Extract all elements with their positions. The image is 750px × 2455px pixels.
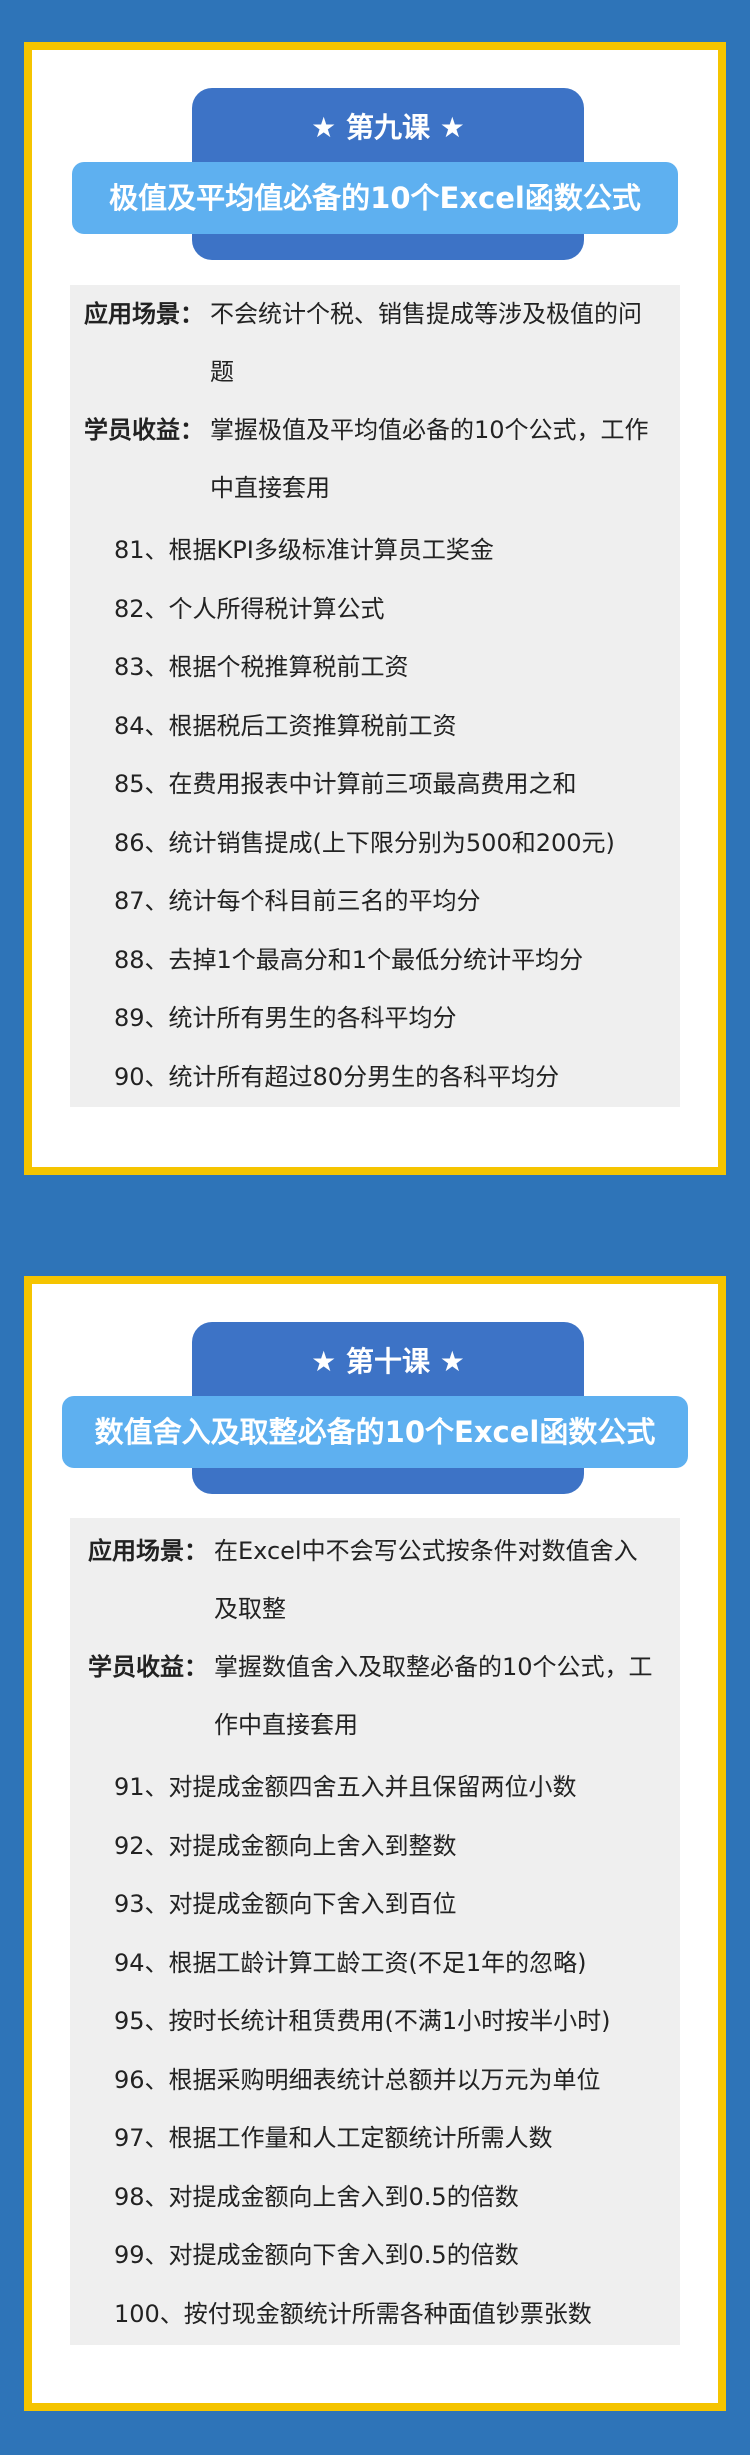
list-item: 83、根据个税推算税前工资: [114, 653, 409, 681]
gain-text: 掌握数值舍入及取整必备的10个公式，工作中直接套用: [214, 1653, 653, 1739]
list-item: 97、根据工作量和人工定额统计所需人数: [114, 2124, 553, 2152]
list-item: 89、统计所有男生的各科平均分: [114, 1004, 457, 1032]
list-item: 95、按时长统计租赁费用(不满1小时按半小时): [114, 2007, 611, 2035]
scenario-text: 不会统计个税、销售提成等涉及极值的问题: [210, 300, 642, 386]
scenario-label: 应用场景：: [88, 1537, 208, 1565]
formula-list: 91、对提成金额四舍五入并且保留两位小数 92、对提成金额向上舍入到整数 93、…: [114, 1758, 680, 2343]
lesson-label: ★ 第十课 ★: [311, 1345, 465, 1378]
list-item: 94、根据工龄计算工龄工资(不足1年的忽略): [114, 1948, 587, 1977]
list-item: 93、对提成金额向下舍入到百位: [114, 1890, 457, 1918]
gain-label: 学员收益：: [88, 1653, 208, 1681]
lesson-card-10: ★ 第十课 ★ 数值舍入及取整必备的10个Excel函数公式 应用场景： 在Ex…: [24, 1276, 726, 2411]
scenario-label: 应用场景：: [84, 300, 204, 328]
list-item: 86、统计销售提成(上下限分别为500和200元): [114, 828, 615, 857]
list-item: 96、根据采购明细表统计总额并以万元为单位: [114, 2065, 601, 2094]
lesson-content: 应用场景： 不会统计个税、销售提成等涉及极值的问题 学员收益： 掌握极值及平均值…: [70, 285, 680, 1107]
list-item: 90、统计所有超过80分男生的各科平均分: [114, 1062, 560, 1091]
lesson-label: ★ 第九课 ★: [311, 111, 465, 144]
list-item: 87、统计每个科目前三名的平均分: [114, 887, 481, 915]
lesson-header: ★ 第九课 ★ 极值及平均值必备的10个Excel函数公式: [32, 88, 718, 260]
list-item: 85、在费用报表中计算前三项最高费用之和: [114, 770, 577, 798]
list-item: 84、根据税后工资推算税前工资: [114, 711, 457, 740]
list-item: 99、对提成金额向下舍入到0.5的倍数: [114, 2241, 519, 2269]
list-item: 88、去掉1个最高分和1个最低分统计平均分: [114, 945, 584, 974]
list-item: 92、对提成金额向上舍入到整数: [114, 1831, 457, 1860]
scenario-text: 在Excel中不会写公式按条件对数值舍入及取整: [214, 1537, 638, 1623]
list-item: 91、对提成金额四舍五入并且保留两位小数: [114, 1773, 577, 1801]
course-title: 极值及平均值必备的10个Excel函数公式: [72, 162, 678, 234]
formula-list: 81、根据KPI多级标准计算员工奖金 82、个人所得税计算公式 83、根据个税推…: [114, 521, 680, 1106]
list-item: 82、个人所得税计算公式: [114, 594, 385, 623]
gain-text: 掌握极值及平均值必备的10个公式，工作中直接套用: [210, 416, 649, 502]
list-item: 81、根据KPI多级标准计算员工奖金: [114, 536, 494, 564]
list-item: 98、对提成金额向上舍入到0.5的倍数: [114, 2182, 519, 2211]
course-title: 数值舍入及取整必备的10个Excel函数公式: [62, 1396, 688, 1468]
gain-label: 学员收益：: [84, 416, 204, 444]
lesson-header: ★ 第十课 ★ 数值舍入及取整必备的10个Excel函数公式: [32, 1322, 718, 1494]
lesson-content: 应用场景： 在Excel中不会写公式按条件对数值舍入及取整 学员收益： 掌握数值…: [70, 1518, 680, 2345]
list-item: 100、按付现金额统计所需各种面值钞票张数: [114, 2299, 592, 2328]
lesson-card-9: ★ 第九课 ★ 极值及平均值必备的10个Excel函数公式 应用场景： 不会统计…: [24, 42, 726, 1175]
